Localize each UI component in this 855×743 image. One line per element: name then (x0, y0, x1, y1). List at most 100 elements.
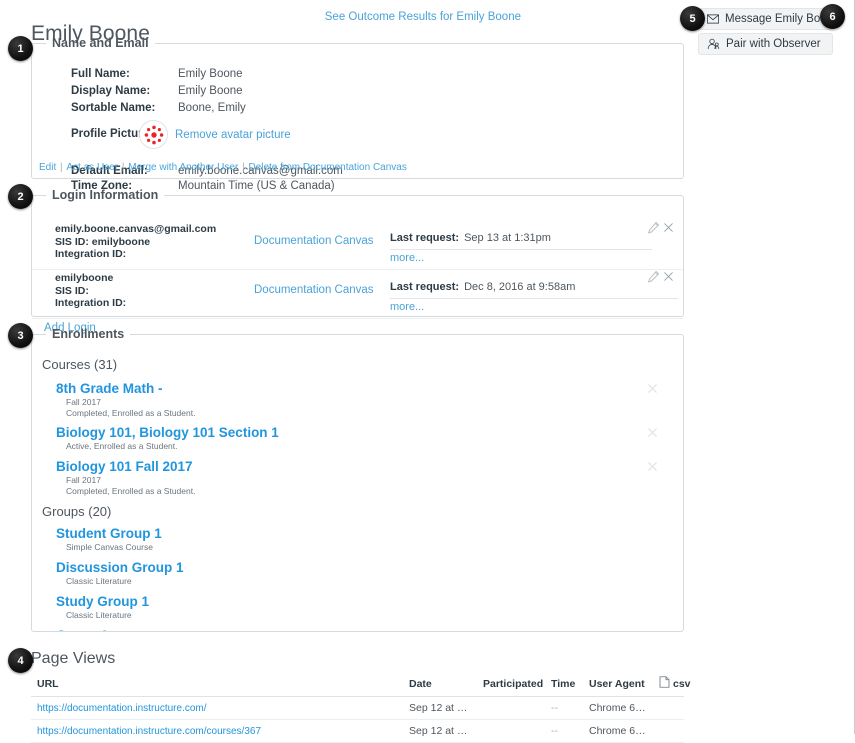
login-last-request: Last request: Sep 13 at 1:31pm (390, 232, 551, 244)
message-user-button[interactable]: Message Emily Boone (698, 8, 839, 30)
login-more-link[interactable]: more... (390, 301, 424, 313)
cell-time: -- (545, 719, 583, 743)
enrollment-course-item: Biology 101 Fall 2017 Fall 2017 Complete… (56, 459, 671, 496)
enrollments-section: Enrollments Courses (31) 8th Grade Math … (31, 327, 684, 632)
cell-date: Sep 12 at 3:21pm (403, 719, 477, 743)
login-information-section: Login Information emily.boone.canvas@gma… (31, 188, 684, 334)
group-context: Classic Literature (66, 610, 132, 620)
course-status: Active, Enrolled as a Student. (66, 441, 178, 451)
csv-export-button[interactable]: csv (653, 672, 691, 697)
pair-with-observer-button[interactable]: Pair with Observer (698, 33, 833, 55)
login-username: emilyboone (55, 272, 114, 284)
group-link[interactable]: Study Group 1 (56, 594, 149, 610)
avatar[interactable] (139, 120, 168, 149)
pencil-icon[interactable] (647, 221, 660, 237)
column-header-user-agent[interactable]: User Agent (583, 672, 653, 697)
login-sis-id: SIS ID: (55, 284, 89, 297)
login-integration-id: Integration ID: (55, 248, 127, 260)
column-header-time[interactable]: Time (545, 672, 583, 697)
name-and-email-section: Name and Email Full Name: Emily Boone Di… (31, 36, 684, 192)
cell-participated (477, 696, 545, 720)
sortable-name-label: Sortable Name: (71, 102, 156, 114)
page-view-url-link[interactable]: https://documentation.instructure.com/ (37, 703, 207, 714)
login-sis-id: SIS ID: emilyboone (55, 235, 151, 248)
group-context: Classic Literature (66, 576, 132, 586)
group-context: Simple Canvas Course (66, 542, 153, 552)
course-link[interactable]: 8th Grade Math - (56, 381, 163, 397)
full-name-value: Emily Boone (178, 68, 243, 80)
pair-with-observer-label: Pair with Observer (726, 38, 821, 50)
canvas-logo-icon (144, 125, 163, 144)
login-more-link[interactable]: more... (390, 252, 424, 264)
group-link[interactable]: Student Group 1 (56, 526, 162, 542)
login-last-request: Last request: Dec 8, 2016 at 9:58am (390, 281, 575, 293)
close-icon[interactable] (662, 270, 675, 286)
enrollments-legend: Enrollments (52, 327, 125, 341)
close-icon[interactable] (646, 426, 659, 442)
groups-heading: Groups (20) (42, 504, 112, 519)
remove-avatar-picture-link[interactable]: Remove avatar picture (175, 129, 291, 141)
login-username: emily.boone.canvas@gmail.com (55, 223, 217, 235)
page-views-title: Page Views (31, 650, 116, 667)
last-request-value: Dec 8, 2016 at 9:58am (464, 281, 576, 293)
close-icon[interactable] (662, 221, 675, 237)
table-row[interactable]: https://documentation.instructure.com/co… (31, 719, 684, 743)
envelope-icon (707, 13, 719, 25)
user-action-links: Edit | Act as User | Merge with Another … (39, 162, 407, 173)
login-provider-link[interactable]: Documentation Canvas (254, 235, 374, 247)
table-row[interactable]: https://documentation.instructure.com/ S… (31, 696, 684, 720)
last-request-label: Last request: (390, 281, 460, 293)
column-header-participated[interactable]: Participated (477, 672, 545, 697)
login-information-legend: Login Information (52, 188, 159, 202)
cell-spacer (653, 719, 684, 743)
act-as-user-link[interactable]: Act as User (66, 162, 118, 173)
column-header-date[interactable]: Date (403, 672, 477, 697)
page-views-table: URL Date Participated Time User Agent cs… (31, 672, 691, 743)
page-view-url-link[interactable]: https://documentation.instructure.com/co… (37, 726, 261, 737)
course-link[interactable]: Biology 101 Fall 2017 (56, 459, 193, 475)
cell-user-agent: Chrome 68.0 (583, 696, 653, 720)
course-term: Fall 2017 (66, 397, 101, 407)
enrollment-group-item: Student Group 1 Simple Canvas Course (56, 526, 671, 553)
annotation-badge-1: 1 (8, 36, 33, 61)
close-icon[interactable] (646, 382, 659, 398)
login-row-actions (647, 270, 675, 286)
cell-participated (477, 719, 545, 743)
table-header-row: URL Date Participated Time User Agent cs… (31, 672, 691, 697)
course-link[interactable]: Biology 101, Biology 101 Section 1 (56, 425, 279, 441)
sortable-name-value: Boone, Emily (178, 102, 246, 114)
group-link[interactable]: Discussion Group 1 (56, 560, 184, 576)
pencil-icon[interactable] (647, 270, 660, 286)
login-row: emily.boone.canvas@gmail.com SIS ID: emi… (32, 221, 683, 270)
divider (390, 249, 652, 250)
user-action-buttons: Message Emily Boone Pair with Observer (698, 8, 839, 55)
cell-time: -- (545, 696, 583, 720)
login-row: emilyboone SIS ID: Integration ID: Docum… (32, 270, 683, 319)
login-row-actions (647, 221, 675, 237)
delete-from-account-link[interactable]: Delete from Documentation Canvas (248, 162, 406, 173)
annotation-badge-3: 3 (8, 323, 33, 348)
merge-with-another-user-link[interactable]: Merge with Another User (128, 162, 238, 173)
divider (390, 298, 678, 299)
cell-date: Sep 12 at 3:21pm (403, 696, 477, 720)
csv-label: csv (673, 677, 691, 690)
enrollment-group-item: Study Group 1 Classic Literature (56, 594, 671, 621)
display-name-value: Emily Boone (178, 85, 243, 97)
cell-user-agent: Chrome 68.0 (583, 719, 653, 743)
annotation-badge-6: 6 (820, 4, 845, 29)
edit-user-link[interactable]: Edit (39, 162, 56, 173)
column-header-url[interactable]: URL (31, 672, 403, 697)
see-outcome-results-link[interactable]: See Outcome Results for Emily Boone (325, 11, 521, 23)
display-name-label: Display Name: (71, 85, 151, 97)
last-request-label: Last request: (390, 232, 460, 244)
group-link[interactable]: Group A (56, 628, 110, 631)
enrollment-course-item: 8th Grade Math - Fall 2017 Completed, En… (56, 381, 671, 418)
course-status: Completed, Enrolled as a Student. (66, 407, 196, 418)
enrollment-group-item: Group A (56, 628, 671, 631)
close-icon[interactable] (646, 460, 659, 476)
last-request-value: Sep 13 at 1:31pm (464, 232, 551, 244)
cell-url: https://documentation.instructure.com/ (31, 696, 403, 720)
annotation-badge-5: 5 (680, 6, 705, 31)
login-provider-link[interactable]: Documentation Canvas (254, 284, 374, 296)
enrollment-course-item: Biology 101, Biology 101 Section 1 Activ… (56, 425, 671, 452)
